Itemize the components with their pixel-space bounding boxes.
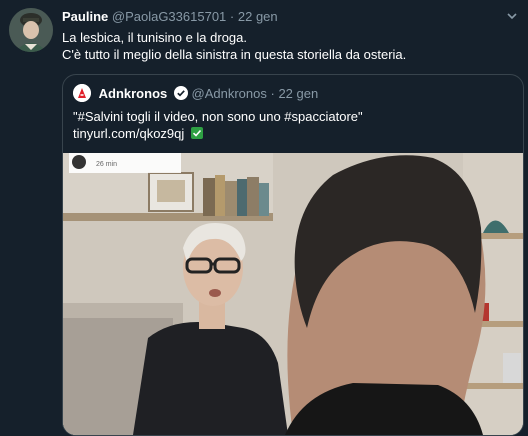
adnkronos-logo-icon xyxy=(73,84,91,102)
separator-dot: · xyxy=(270,86,275,101)
verified-badge-icon xyxy=(173,86,188,100)
tweet-header: Pauline @PaolaG33615701 · 22 gen xyxy=(62,8,278,25)
quoted-text-line: "#Salvini togli il video, non sono uno #… xyxy=(73,109,363,124)
author-handle[interactable]: @PaolaG33615701 xyxy=(112,9,226,24)
tweet-text-line: La lesbica, il tunisino e la droga. xyxy=(62,30,248,45)
author-name[interactable]: Pauline xyxy=(62,9,108,24)
video-thumbnail[interactable]: 26 min xyxy=(63,153,523,435)
adnkronos-logo[interactable] xyxy=(73,84,91,102)
tweet-text: La lesbica, il tunisino e la droga. C'è … xyxy=(62,29,406,63)
quoted-author-name: Adnkronos xyxy=(98,86,168,101)
quoted-tweet-text: "#Salvini togli il video, non sono uno #… xyxy=(73,108,363,142)
quoted-tweet[interactable]: Adnkronos @Adnkronos · 22 gen "#Salvini … xyxy=(62,74,524,436)
chevron-down-icon[interactable] xyxy=(506,10,518,22)
quoted-link[interactable]: tinyurl.com/qkoz9qj xyxy=(73,126,184,141)
author-avatar[interactable] xyxy=(9,8,53,52)
avatar-image xyxy=(9,8,53,52)
video-overlay-time: 26 min xyxy=(96,161,117,168)
check-mark-icon xyxy=(190,127,203,139)
tweet-date[interactable]: 22 gen xyxy=(238,9,278,24)
quoted-author-handle: @Adnkronos xyxy=(191,86,267,101)
quoted-date: 22 gen xyxy=(278,86,319,101)
video-frame-image: 26 min xyxy=(63,153,523,435)
separator-dot: · xyxy=(229,9,235,24)
quoted-tweet-header: Adnkronos @Adnkronos · 22 gen xyxy=(73,84,318,102)
tweet-text-line: C'è tutto il meglio della sinistra in qu… xyxy=(62,47,407,62)
